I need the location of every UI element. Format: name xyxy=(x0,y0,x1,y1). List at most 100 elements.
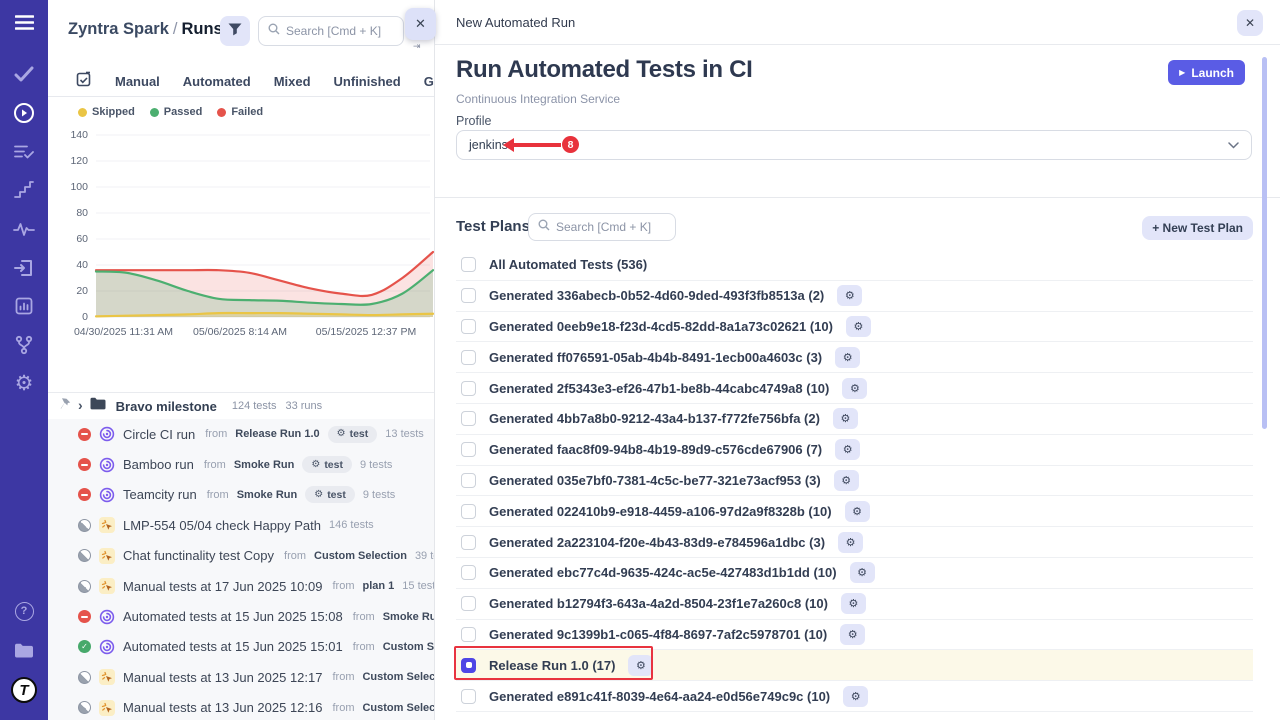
test-plan-row[interactable]: Generated faac8f09-94b8-4b19-89d9-c576cd… xyxy=(456,435,1253,466)
test-plan-row[interactable]: Release Run 1.0 (17) ⚙ xyxy=(456,650,1253,681)
plan-checkbox[interactable] xyxy=(461,319,476,334)
plan-settings-button[interactable]: ⚙ xyxy=(838,532,863,553)
plan-settings-button[interactable]: ⚙ xyxy=(835,439,860,460)
projects-folder-icon[interactable] xyxy=(10,636,38,664)
plan-label: Release Run 1.0 (17) xyxy=(489,658,615,673)
plan-settings-button[interactable]: ⚙ xyxy=(834,470,859,491)
test-plan-row[interactable]: Generated 035e7bf0-7381-4c5c-be77-321e73… xyxy=(456,466,1253,497)
plan-checkbox[interactable] xyxy=(461,381,476,396)
plan-settings-button[interactable]: ⚙ xyxy=(833,408,858,429)
test-plans-search-input[interactable] xyxy=(556,220,666,234)
plan-checkbox[interactable] xyxy=(461,596,476,611)
plan-checkbox[interactable] xyxy=(461,658,476,673)
plan-checkbox[interactable] xyxy=(461,689,476,704)
test-plan-row[interactable]: Generated ebc77c4d-9635-424c-ac5e-427483… xyxy=(456,558,1253,589)
run-row[interactable]: LMP-554 05/04 check Happy Path146 tests xyxy=(48,510,434,540)
run-name: Manual tests at 13 Jun 2025 12:16 xyxy=(123,700,322,715)
test-plan-row[interactable]: Generated 022410b9-e918-4459-a106-97d2a9… xyxy=(456,496,1253,527)
pending-status-icon xyxy=(78,580,91,593)
breadcrumb-project[interactable]: Zyntra Spark xyxy=(68,20,169,38)
tab-groups[interactable]: Groups xyxy=(424,74,434,89)
test-plan-row[interactable]: Generated 2f5343e3-ef26-47b1-be8b-44cabc… xyxy=(456,373,1253,404)
filter-button[interactable] xyxy=(220,16,250,46)
plan-settings-button[interactable]: ⚙ xyxy=(628,655,653,676)
plan-checkbox[interactable] xyxy=(461,473,476,488)
plan-checkbox[interactable] xyxy=(461,627,476,642)
plan-checkbox[interactable] xyxy=(461,565,476,580)
manual-run-icon xyxy=(99,700,115,716)
test-plan-row[interactable]: Generated e891c41f-8039-4e64-aa24-e0d56e… xyxy=(456,681,1253,712)
plan-settings-button[interactable]: ⚙ xyxy=(841,593,866,614)
plan-settings-button[interactable]: ⚙ xyxy=(840,624,865,645)
plan-settings-button[interactable]: ⚙ xyxy=(846,316,871,337)
report-chart-icon[interactable] xyxy=(10,292,38,320)
test-plan-row[interactable]: All Automated Tests (536) xyxy=(456,250,1253,281)
run-name: Chat functinality test Copy xyxy=(123,548,274,563)
check-icon[interactable] xyxy=(10,60,38,88)
test-plan-row[interactable]: Generated b12794f3-643a-4a2d-8504-23f1e7… xyxy=(456,589,1253,620)
run-from-value: Custom Selection xyxy=(362,671,434,683)
close-dialog-button[interactable]: ✕ xyxy=(1237,10,1263,36)
runs-search[interactable] xyxy=(258,16,404,46)
runs-play-icon[interactable] xyxy=(10,99,38,127)
launch-button[interactable]: ▶ Launch xyxy=(1168,60,1245,85)
run-row[interactable]: Manual tests at 17 Jun 2025 10:09frompla… xyxy=(48,571,434,601)
run-row[interactable]: Manual tests at 13 Jun 2025 12:16fromCus… xyxy=(48,693,434,720)
run-row[interactable]: Automated tests at 15 Jun 2025 15:08from… xyxy=(48,601,434,631)
plan-settings-button[interactable]: ⚙ xyxy=(850,562,875,583)
plan-checkbox[interactable] xyxy=(461,535,476,550)
plan-checkbox[interactable] xyxy=(461,350,476,365)
test-plan-row[interactable]: Generated 0eeb9e18-f23d-4cd5-82dd-8a1a73… xyxy=(456,312,1253,343)
plan-label: Generated 2a223104-f20e-4b43-83d9-e78459… xyxy=(489,535,825,550)
branch-icon[interactable] xyxy=(10,331,38,359)
test-plan-row[interactable]: Generated 2a223104-f20e-4b43-83d9-e78459… xyxy=(456,527,1253,558)
run-row[interactable]: Automated tests at 15 Jun 2025 15:01from… xyxy=(48,632,434,662)
run-tag-pill[interactable]: ⚙test xyxy=(305,486,355,503)
plan-checkbox[interactable] xyxy=(461,504,476,519)
run-tag-pill[interactable]: ⚙test xyxy=(328,426,378,443)
plan-checkbox[interactable] xyxy=(461,288,476,303)
failed-status-icon xyxy=(78,458,91,471)
tab-mixed[interactable]: Mixed xyxy=(274,74,311,89)
plan-checkbox[interactable] xyxy=(461,442,476,457)
select-all-icon[interactable] xyxy=(76,71,92,92)
plan-settings-button[interactable]: ⚙ xyxy=(842,378,867,399)
plan-settings-button[interactable]: ⚙ xyxy=(837,285,862,306)
plan-settings-button[interactable]: ⚙ xyxy=(843,686,868,707)
close-panel-button[interactable]: ✕ xyxy=(405,8,436,40)
test-plan-row[interactable]: Generated 9c1399b1-c065-4f84-8697-7af2c5… xyxy=(456,620,1253,651)
test-plan-row[interactable]: Generated 336abecb-0b52-4d60-9ded-493f3f… xyxy=(456,281,1253,312)
app-logo[interactable]: T xyxy=(10,676,38,704)
steps-icon[interactable] xyxy=(10,176,38,204)
import-icon[interactable] xyxy=(10,254,38,282)
test-plan-row[interactable]: Generated ff076591-05ab-4b4b-8491-1ecb00… xyxy=(456,342,1253,373)
settings-gear-icon[interactable]: ⚙ xyxy=(10,369,38,397)
run-row[interactable]: Chat functinality test CopyfromCustom Se… xyxy=(48,541,434,571)
test-plan-row[interactable]: Generated 4bb7a8b0-9212-43a4-b137-f772fe… xyxy=(456,404,1253,435)
pulse-icon[interactable] xyxy=(10,215,38,243)
run-row[interactable]: Bamboo runfromSmoke Run⚙test9 tests xyxy=(48,449,434,479)
run-tag-pill[interactable]: ⚙test xyxy=(302,456,352,473)
chevron-right-icon[interactable]: › xyxy=(78,398,83,412)
search-input[interactable] xyxy=(286,24,394,38)
new-test-plan-button[interactable]: + New Test Plan xyxy=(1142,216,1253,240)
run-row[interactable]: Circle CI runfromRelease Run 1.0⚙test13 … xyxy=(48,419,434,449)
menu-icon[interactable] xyxy=(10,8,38,36)
tab-automated[interactable]: Automated xyxy=(183,74,251,89)
manual-run-icon xyxy=(99,578,115,594)
tab-unfinished[interactable]: Unfinished xyxy=(334,74,401,89)
plan-settings-button[interactable]: ⚙ xyxy=(845,501,870,522)
run-row[interactable]: Teamcity runfromSmoke Run⚙test9 tests xyxy=(48,480,434,510)
scrollbar-thumb[interactable] xyxy=(1262,57,1267,429)
plan-settings-button[interactable]: ⚙ xyxy=(835,347,860,368)
run-row[interactable]: Manual tests at 13 Jun 2025 12:17fromCus… xyxy=(48,662,434,692)
milestone-row[interactable]: › Bravo milestone 124 tests 33 runs xyxy=(48,392,434,419)
plan-checkbox[interactable] xyxy=(461,257,476,272)
test-plans-search[interactable] xyxy=(528,213,676,241)
help-icon[interactable]: ? xyxy=(10,597,38,625)
list-check-icon[interactable] xyxy=(10,138,38,166)
legend-dot xyxy=(78,108,87,117)
tab-manual[interactable]: Manual xyxy=(115,74,160,89)
run-from-label: from xyxy=(332,702,354,714)
plan-checkbox[interactable] xyxy=(461,411,476,426)
